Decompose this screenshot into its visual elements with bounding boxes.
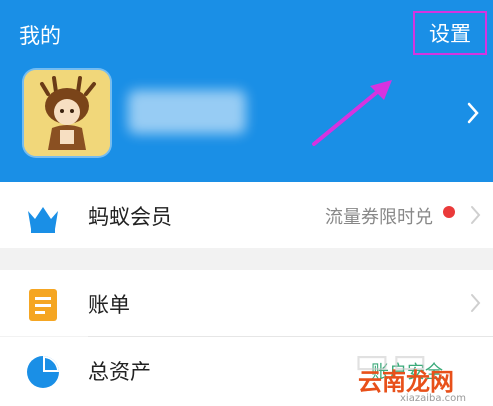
settings-button[interactable]: 设置: [413, 11, 487, 55]
avatar[interactable]: [24, 70, 110, 156]
watermark-text: 云南龙网: [358, 368, 454, 396]
watermark: ▭▭ 云南龙网 xiazaiba.com: [330, 338, 493, 406]
chevron-right-icon: [471, 206, 481, 224]
menu-item-bill[interactable]: 账单: [0, 270, 493, 336]
profile-header: 我的 设置: [0, 0, 493, 182]
menu-label: 蚂蚁会员: [88, 205, 172, 229]
page-title: 我的: [19, 24, 61, 48]
pie-chart-icon: [27, 356, 59, 388]
chevron-right-icon[interactable]: [466, 102, 480, 124]
watermark-url: xiazaiba.com: [400, 393, 466, 404]
reindeer-avatar-icon: [24, 70, 110, 156]
bill-icon: [29, 289, 57, 321]
crown-icon: [28, 207, 58, 233]
username-blurred: [128, 90, 246, 134]
notification-dot: [443, 206, 455, 218]
annotation-arrow-icon: [312, 80, 392, 146]
menu-label: 总资产: [88, 360, 151, 384]
chevron-right-icon: [471, 294, 481, 312]
promo-text: 流量券限时兑: [325, 207, 433, 228]
menu-item-member[interactable]: 蚂蚁会员 流量券限时兑: [0, 182, 493, 248]
menu-label: 账单: [88, 293, 130, 317]
